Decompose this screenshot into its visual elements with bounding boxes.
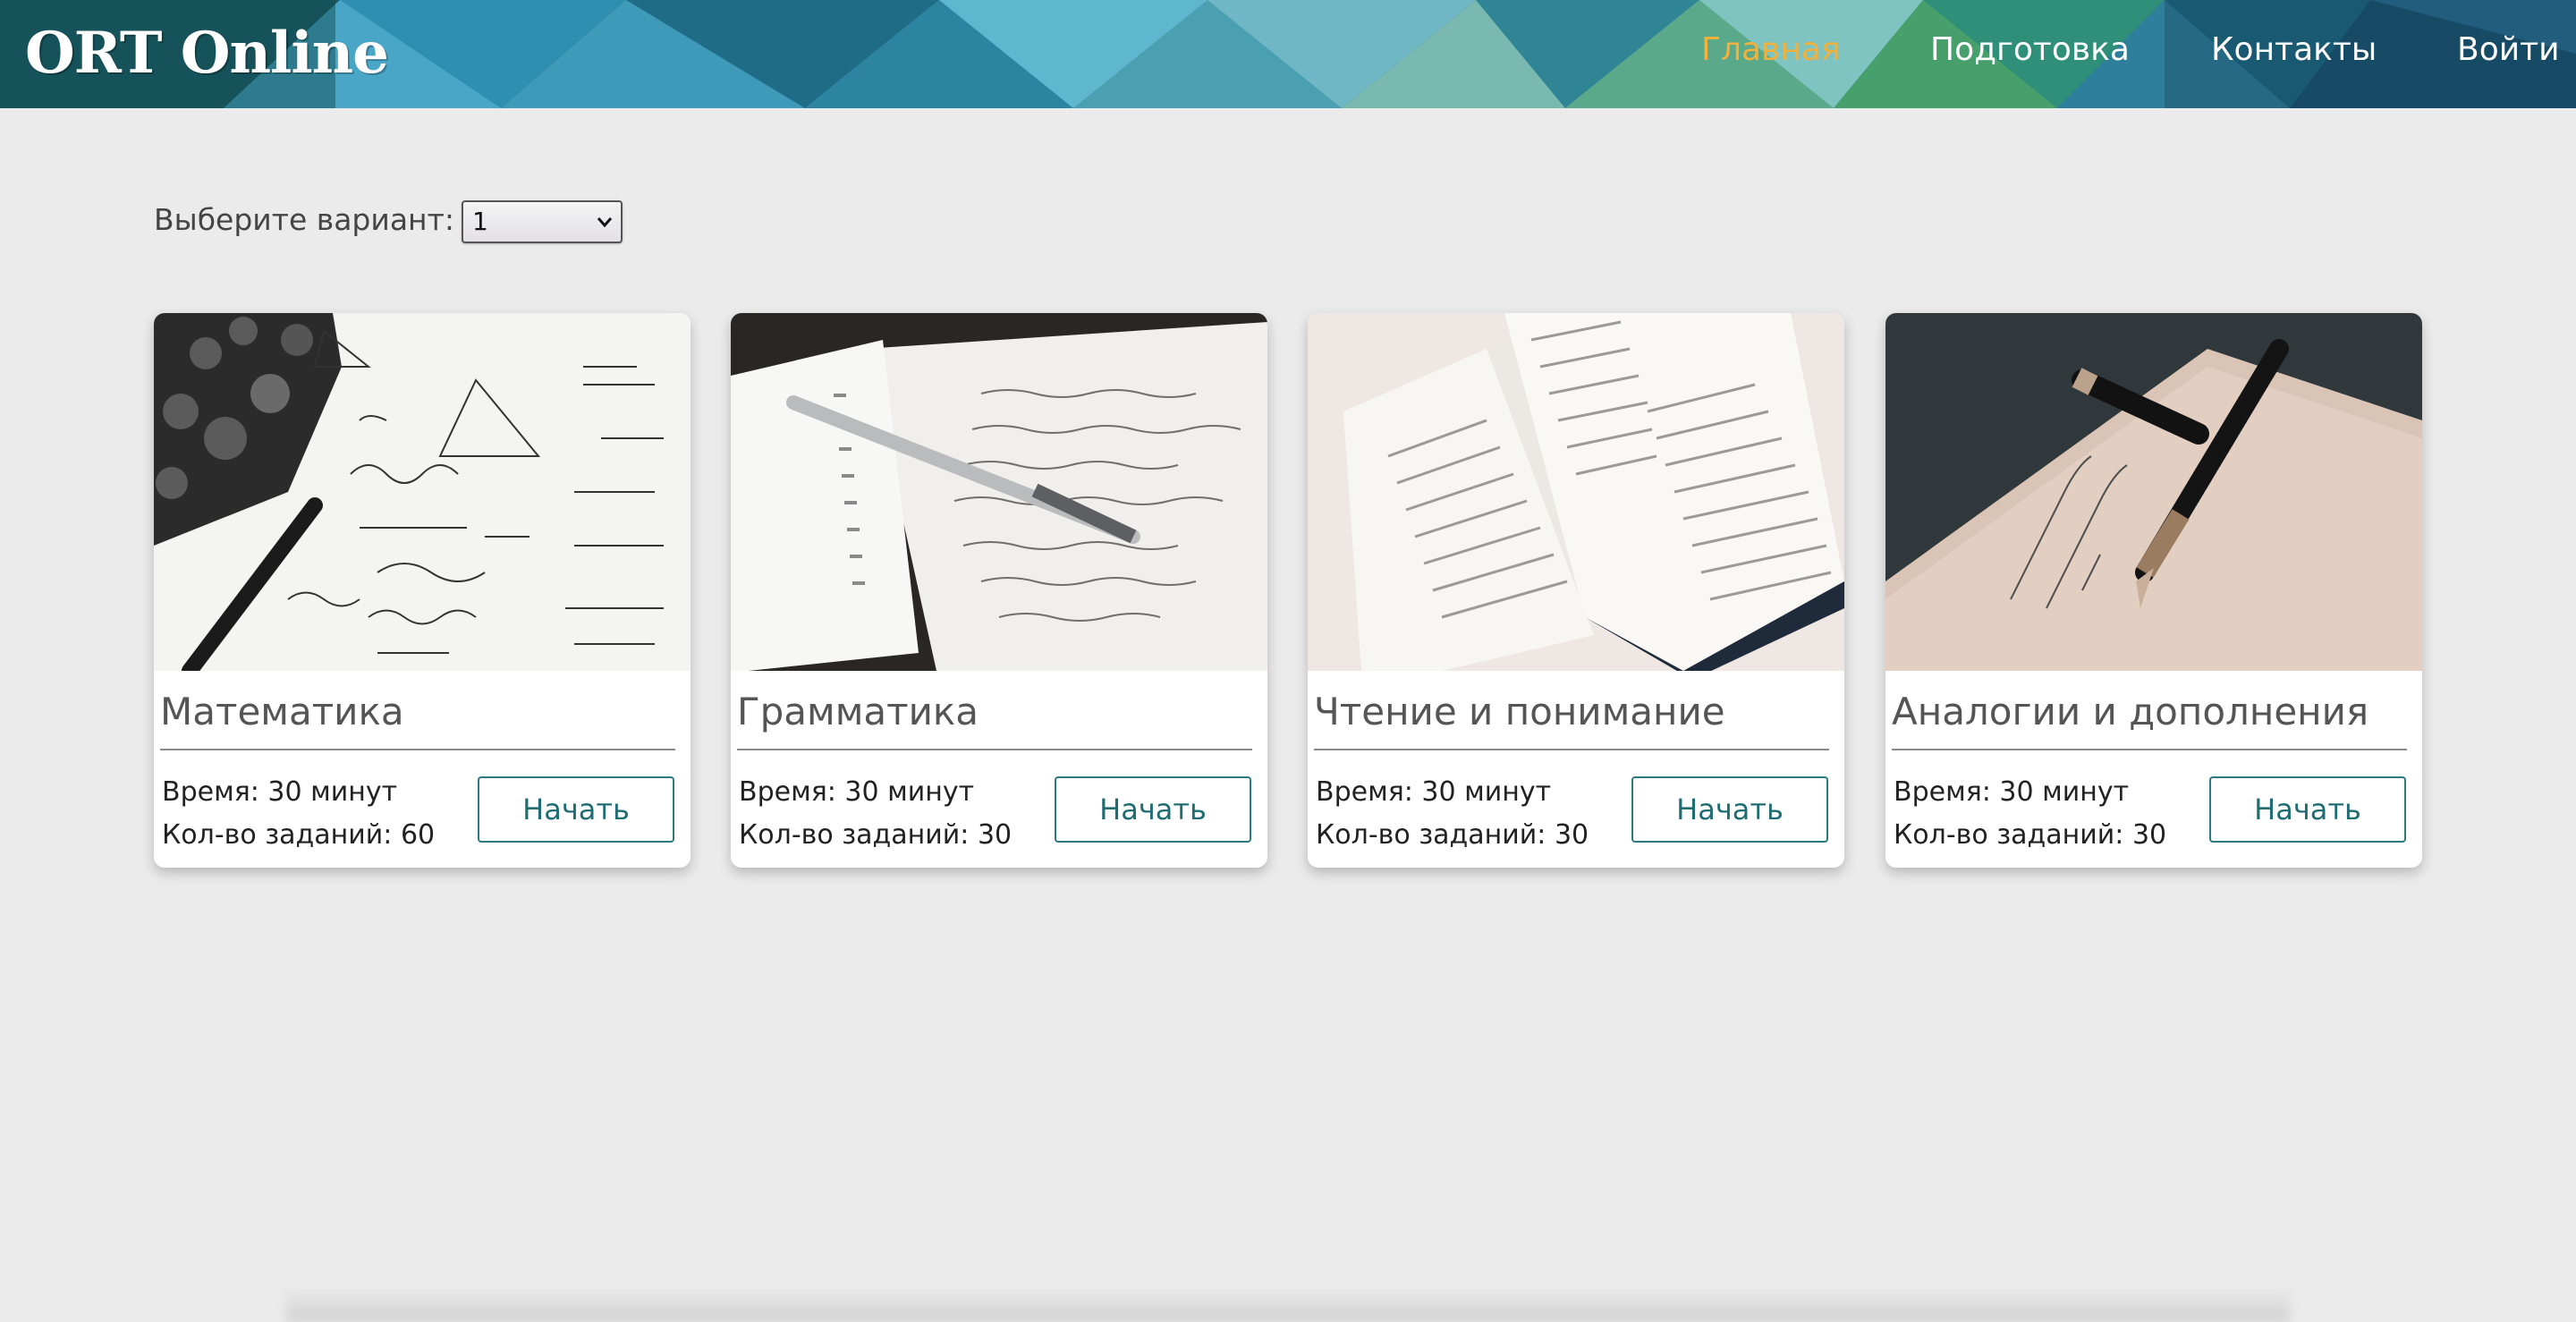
nav-preparation[interactable]: Подготовка <box>1930 0 2130 100</box>
variant-selected-value: 1 <box>472 207 488 236</box>
card-title: Аналогии и дополнения <box>1892 690 2369 733</box>
top-navbar: ORT Online Главная Подготовка Контакты В… <box>0 0 2576 108</box>
card-time: Время: 30 минут <box>162 776 398 808</box>
start-button[interactable]: Начать <box>478 776 674 843</box>
card-title: Математика <box>160 690 404 733</box>
variant-label: Выберите вариант: <box>154 202 454 237</box>
card-task-count: Кол-во заданий: 30 <box>1894 819 2167 851</box>
analogies-image <box>1885 313 2422 671</box>
variant-select[interactable]: 1 <box>462 200 623 243</box>
site-logo[interactable]: ORT Online <box>25 9 389 98</box>
test-card-reading: Чтение и понимание Время: 30 минут Кол-в… <box>1308 313 1844 868</box>
card-task-count: Кол-во заданий: 60 <box>162 819 436 851</box>
reading-image <box>1308 313 1844 671</box>
grammar-image <box>731 313 1267 671</box>
card-divider <box>737 749 1252 750</box>
bottom-shadow <box>286 1288 2290 1322</box>
card-time: Время: 30 минут <box>1894 776 2130 808</box>
card-task-count: Кол-во заданий: 30 <box>739 819 1013 851</box>
nav-contacts[interactable]: Контакты <box>2211 0 2377 100</box>
math-image <box>154 313 691 671</box>
card-divider <box>160 749 675 750</box>
card-divider <box>1314 749 1829 750</box>
card-title: Грамматика <box>737 690 979 733</box>
card-time: Время: 30 минут <box>739 776 975 808</box>
start-button[interactable]: Начать <box>2209 776 2406 843</box>
test-card-math: Математика Время: 30 минут Кол-во задани… <box>154 313 691 868</box>
card-time: Время: 30 минут <box>1316 776 1552 808</box>
card-divider <box>1892 749 2407 750</box>
test-card-analogies: Аналогии и дополнения Время: 30 минут Ко… <box>1885 313 2422 868</box>
start-button[interactable]: Начать <box>1055 776 1251 843</box>
test-card-grammar: Грамматика Время: 30 минут Кол-во задани… <box>731 313 1267 868</box>
card-task-count: Кол-во заданий: 30 <box>1316 819 1589 851</box>
chevron-down-icon <box>597 217 613 228</box>
start-button[interactable]: Начать <box>1631 776 1828 843</box>
nav-home[interactable]: Главная <box>1701 0 1841 100</box>
card-title: Чтение и понимание <box>1314 690 1725 733</box>
nav-login[interactable]: Войти <box>2457 0 2560 100</box>
